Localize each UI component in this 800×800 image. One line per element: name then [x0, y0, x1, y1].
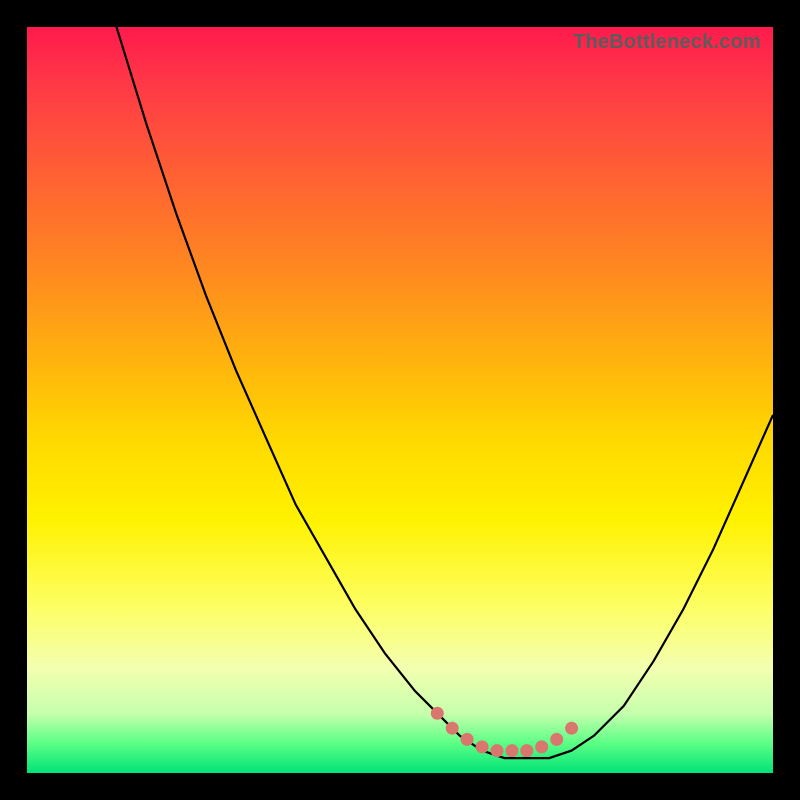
plot-area: TheBottleneck.com [27, 27, 773, 773]
marker-point [521, 745, 533, 757]
marker-point [536, 741, 548, 753]
marker-point [566, 722, 578, 734]
marker-point [431, 707, 443, 719]
marker-point [446, 722, 458, 734]
marker-point [461, 733, 473, 745]
bottleneck-curve [27, 27, 773, 758]
marker-point [506, 745, 518, 757]
marker-group [431, 707, 577, 756]
marker-point [551, 733, 563, 745]
chart-overlay [27, 27, 773, 773]
chart-frame: TheBottleneck.com [0, 0, 800, 800]
marker-point [476, 741, 488, 753]
marker-point [491, 745, 503, 757]
